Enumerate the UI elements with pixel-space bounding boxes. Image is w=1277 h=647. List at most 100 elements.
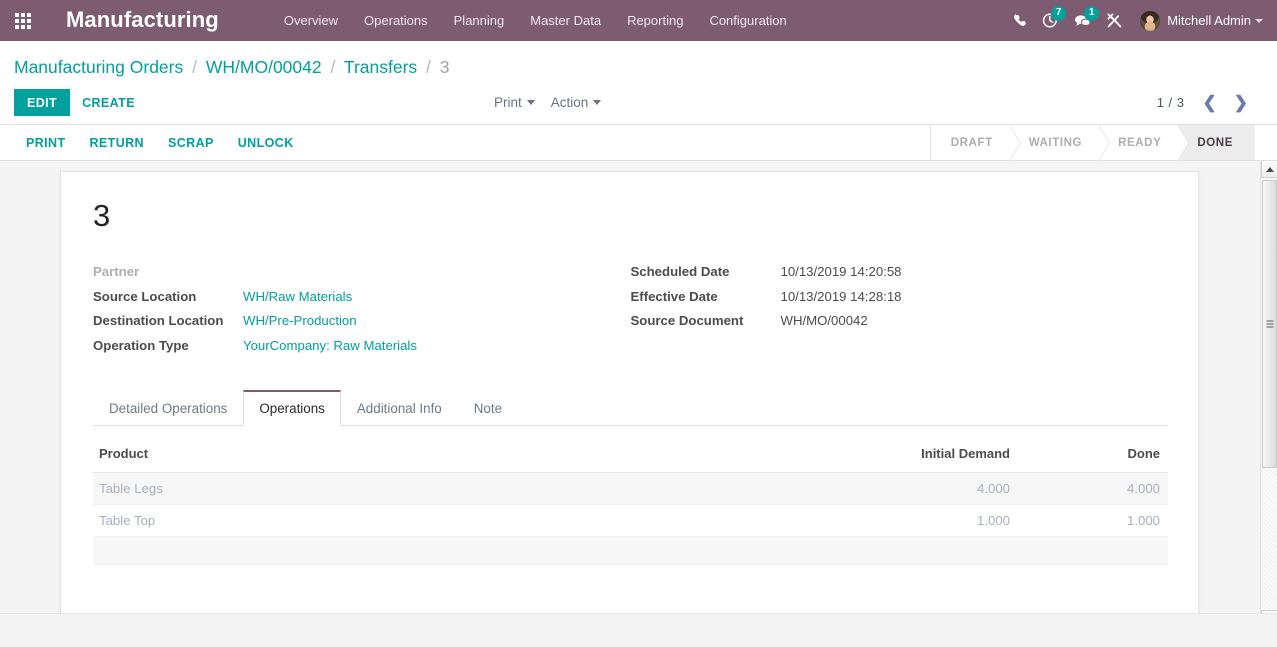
menu-item-planning[interactable]: Planning xyxy=(441,0,518,41)
cell-initial-demand[interactable]: 4.000 xyxy=(848,472,1018,505)
breadcrumb-separator: / xyxy=(192,57,197,77)
scrollbar-track[interactable] xyxy=(1261,178,1277,610)
apps-menu-toggle[interactable] xyxy=(0,0,46,41)
field-value-source-document[interactable]: WH/MO/00042 xyxy=(781,309,868,334)
activities-counter-badge: 7 xyxy=(1051,6,1067,21)
control-panel: Manufacturing Orders / WH/MO/00042 / Tra… xyxy=(0,41,1277,125)
chevron-down-icon xyxy=(526,100,535,105)
status-stage-waiting[interactable]: WAITING xyxy=(1008,125,1111,161)
field-effective-date: Effective Date 10/13/2019 14:28:18 xyxy=(631,285,1169,310)
scroll-up-arrow-icon xyxy=(1265,166,1274,172)
field-label-operation-type: Operation Type xyxy=(93,337,189,353)
user-avatar xyxy=(1140,10,1161,31)
scrap-button[interactable]: SCRAP xyxy=(156,130,226,155)
wrench-screwdriver-icon xyxy=(1107,13,1122,28)
field-label-destination-location: Destination Location xyxy=(93,313,224,328)
field-scheduled-date: Scheduled Date 10/13/2019 14:20:58 xyxy=(631,260,1169,285)
menu-item-master-data[interactable]: Master Data xyxy=(517,0,614,41)
cell-done[interactable]: 4.000 xyxy=(1018,472,1168,505)
field-destination-location: Destination Location WH/Pre-Production xyxy=(93,309,631,334)
user-menu-toggle[interactable]: Mitchell Admin xyxy=(1130,0,1269,41)
print-dropdown[interactable]: Print xyxy=(494,95,535,110)
tab-note[interactable]: Note xyxy=(458,390,518,426)
tab-additional-info[interactable]: Additional Info xyxy=(341,390,458,426)
cell-empty xyxy=(848,536,1018,565)
operations-table-body: Table Legs 4.000 4.000 Table Top 1.000 1… xyxy=(93,472,1168,565)
create-button[interactable]: CREATE xyxy=(70,89,147,116)
scroll-thumb-grip-icon xyxy=(1266,319,1273,330)
print-button[interactable]: PRINT xyxy=(14,130,78,155)
edit-button[interactable]: EDIT xyxy=(14,89,71,116)
phone-icon xyxy=(1013,14,1026,27)
cell-product[interactable]: Table Top xyxy=(93,504,848,537)
column-header-done[interactable]: Done xyxy=(1018,440,1168,473)
print-dropdown-label: Print xyxy=(494,95,522,110)
tab-detailed-operations[interactable]: Detailed Operations xyxy=(93,390,243,426)
breadcrumb-separator: / xyxy=(330,57,336,77)
cell-empty xyxy=(1018,536,1168,565)
destination-location-link[interactable]: WH/Pre-Production xyxy=(243,313,357,328)
breadcrumb-item-manufacturing-orders[interactable]: Manufacturing Orders xyxy=(14,57,183,77)
menu-item-operations[interactable]: Operations xyxy=(351,0,441,41)
menu-item-configuration[interactable]: Configuration xyxy=(696,0,799,41)
record-title: 3 xyxy=(93,198,110,233)
control-panel-buttons: EDIT CREATE Print Action 1 / 3 ❮ ❯ xyxy=(0,81,1277,124)
column-header-initial-demand[interactable]: Initial Demand xyxy=(848,440,1018,473)
app-brand-title[interactable]: Manufacturing xyxy=(46,7,227,35)
field-label-partner: Partner xyxy=(93,264,140,279)
phone-button[interactable] xyxy=(1005,0,1035,41)
form-column-right: Scheduled Date 10/13/2019 14:20:58 Effec… xyxy=(631,260,1169,358)
cell-initial-demand[interactable]: 1.000 xyxy=(848,504,1018,537)
cell-done[interactable]: 1.000 xyxy=(1018,504,1168,537)
top-navbar: Manufacturing Overview Operations Planni… xyxy=(0,0,1277,41)
return-button[interactable]: RETURN xyxy=(78,130,156,155)
scroll-thumb[interactable] xyxy=(1262,180,1277,468)
bottom-strip xyxy=(0,613,1277,627)
field-label-effective-date: Effective Date xyxy=(630,288,718,304)
field-partner: Partner xyxy=(93,260,631,285)
action-dropdown[interactable]: Action xyxy=(551,95,602,110)
activities-button[interactable]: 7 xyxy=(1035,0,1067,41)
table-row[interactable]: Table Top 1.000 1.000 xyxy=(93,504,1168,537)
tab-operations[interactable]: Operations xyxy=(243,390,341,426)
record-sheet: 3 Partner Source Location WH/Raw Materia… xyxy=(60,171,1199,627)
vertical-scrollbar[interactable] xyxy=(1260,161,1277,627)
operation-type-link[interactable]: YourCompany: Raw Materials xyxy=(243,338,417,353)
field-value-destination-location: WH/Pre-Production xyxy=(243,309,357,334)
breadcrumb-item-transfers[interactable]: Transfers xyxy=(344,57,417,77)
scrollbar-up-button[interactable] xyxy=(1261,161,1277,178)
action-dropdown-label: Action xyxy=(550,95,589,110)
breadcrumb-current-record: 3 xyxy=(439,57,450,77)
operations-table-head: Product Initial Demand Done xyxy=(93,440,1168,473)
field-label-source-document: Source Document xyxy=(630,313,744,328)
table-header-row: Product Initial Demand Done xyxy=(93,440,1168,473)
developer-tools-button[interactable] xyxy=(1099,0,1130,41)
messaging-button[interactable]: 1 xyxy=(1066,0,1100,41)
table-row[interactable]: Table Legs 4.000 4.000 xyxy=(93,472,1168,505)
field-label-source-location: Source Location xyxy=(93,288,197,304)
pager-counter: 1 / 3 xyxy=(1156,95,1185,110)
field-label-scheduled-date: Scheduled Date xyxy=(630,264,730,279)
pager-next-button[interactable]: ❯ xyxy=(1227,92,1255,113)
messaging-counter-badge: 1 xyxy=(1084,6,1100,21)
unlock-button[interactable]: UNLOCK xyxy=(226,130,306,155)
status-bar: DRAFT WAITING READY DONE xyxy=(929,125,1255,161)
breadcrumb-item-mo-00042[interactable]: WH/MO/00042 xyxy=(206,57,322,77)
menu-item-reporting[interactable]: Reporting xyxy=(614,0,696,41)
chevron-down-icon xyxy=(593,100,602,105)
column-header-product[interactable]: Product xyxy=(93,440,848,473)
source-location-link[interactable]: WH/Raw Materials xyxy=(243,289,352,304)
content-scroll-area: 3 Partner Source Location WH/Raw Materia… xyxy=(0,161,1277,627)
systray: 7 1 Mitchell Admin xyxy=(1005,0,1269,41)
field-value-scheduled-date[interactable]: 10/13/2019 14:20:58 xyxy=(781,260,902,285)
cell-product[interactable]: Table Legs xyxy=(93,472,848,505)
field-value-source-location: WH/Raw Materials xyxy=(243,285,352,310)
menu-item-overview[interactable]: Overview xyxy=(271,0,351,41)
field-value-effective-date[interactable]: 10/13/2019 14:28:18 xyxy=(781,285,902,310)
status-stage-draft[interactable]: DRAFT xyxy=(930,125,1021,161)
pager-previous-button[interactable]: ❮ xyxy=(1196,92,1224,113)
breadcrumb-separator: / xyxy=(426,57,431,77)
main-menu: Overview Operations Planning Master Data… xyxy=(271,0,800,41)
apps-grid-icon xyxy=(15,12,31,29)
caret-down-icon xyxy=(1255,18,1263,23)
